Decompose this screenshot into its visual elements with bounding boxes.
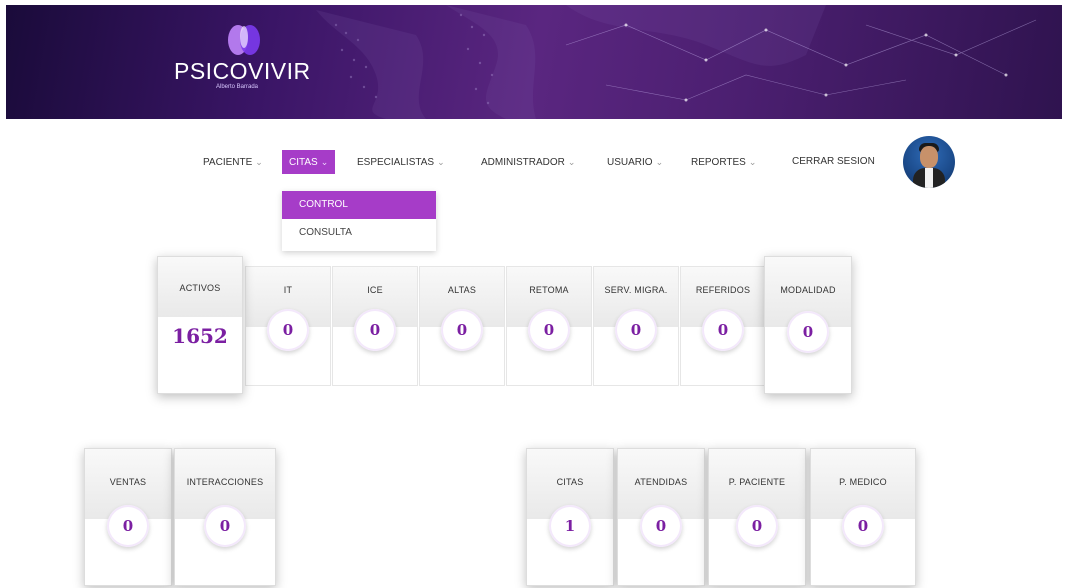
stat-card-serv-migra[interactable]: SERV. MIGRA. 0 — [593, 266, 679, 386]
stat-label: P. PACIENTE — [728, 477, 786, 487]
header-banner: PSICOVIVIR Alberto Barrada — [6, 5, 1062, 119]
stat-value: 1652 — [172, 324, 228, 348]
stat-label: INTERACCIONES — [186, 477, 264, 487]
stat-card-retoma[interactable]: RETOMA 0 — [506, 266, 592, 386]
stat-value: 0 — [615, 309, 657, 351]
stat-value: 0 — [736, 505, 778, 547]
stat-value: 0 — [528, 309, 570, 351]
brand-tagline: Alberto Barrada — [216, 84, 259, 90]
stat-card-ventas[interactable]: VENTAS 0 — [84, 448, 172, 586]
nav-item-label: ESPECIALISTAS — [357, 157, 435, 168]
stat-value: 0 — [204, 505, 246, 547]
nav-item-label: PACIENTE — [203, 157, 253, 168]
stat-value: 0 — [640, 505, 682, 547]
stat-label: ATENDIDAS — [634, 477, 688, 487]
stat-card-modalidad[interactable]: MODALIDAD 0 — [764, 256, 852, 394]
nav-item-reportes[interactable]: REPORTES ⌄ — [691, 150, 756, 174]
stat-card-p-medico[interactable]: P. MEDICO 0 — [810, 448, 916, 586]
dropdown-item-consulta[interactable]: CONSULTA — [282, 219, 436, 247]
stat-label: ALTAS — [447, 285, 477, 295]
logo-icon — [228, 25, 260, 55]
nav-item-label: ADMINISTRADOR — [481, 157, 565, 168]
stat-card-atendidas[interactable]: ATENDIDAS 0 — [617, 448, 705, 586]
world-map-decoration — [316, 5, 1037, 119]
stat-label: VENTAS — [109, 477, 147, 487]
stat-value: 0 — [267, 309, 309, 351]
nav-item-citas[interactable]: CITAS ⌄ — [282, 150, 336, 174]
nav-item-label: REPORTES — [691, 157, 746, 168]
brand-name: PSICOVIVIR — [174, 58, 311, 84]
stat-value: 1 — [549, 505, 591, 547]
stat-value: 0 — [702, 309, 744, 351]
stat-card-citas[interactable]: CITAS 1 — [526, 448, 614, 586]
stat-value: 0 — [107, 505, 149, 547]
stat-label: CITAS — [556, 477, 584, 487]
stat-label: ICE — [367, 285, 383, 295]
stat-card-it[interactable]: IT 0 — [245, 266, 331, 386]
stat-value: 0 — [441, 309, 483, 351]
stat-card-altas[interactable]: ALTAS 0 — [419, 266, 505, 386]
stat-card-p-paciente[interactable]: P. PACIENTE 0 — [708, 448, 806, 586]
stat-label: REFERIDOS — [695, 285, 751, 295]
citas-dropdown-menu: CONTROL CONSULTA — [282, 191, 436, 251]
user-avatar[interactable] — [903, 136, 955, 188]
dropdown-item-control[interactable]: CONTROL — [282, 191, 436, 219]
stat-card-ice[interactable]: ICE 0 — [332, 266, 418, 386]
stat-value: 0 — [354, 309, 396, 351]
stat-card-interacciones[interactable]: INTERACCIONES 0 — [174, 448, 276, 586]
chevron-down-icon: ⌄ — [320, 157, 329, 167]
nav-item-usuario[interactable]: USUARIO ⌄ — [607, 150, 663, 174]
stat-card-activos[interactable]: ACTIVOS 1652 — [157, 256, 243, 394]
chevron-down-icon: ⌄ — [255, 157, 263, 167]
chevron-down-icon: ⌄ — [655, 157, 664, 167]
stat-label: ACTIVOS — [179, 283, 221, 293]
nav-item-administrador[interactable]: ADMINISTRADOR ⌄ — [481, 150, 575, 174]
stat-label: P. MEDICO — [839, 477, 887, 487]
logout-link[interactable]: CERRAR SESION — [792, 150, 875, 174]
stat-label: IT — [283, 285, 293, 295]
nav-item-especialistas[interactable]: ESPECIALISTAS ⌄ — [357, 150, 445, 174]
chevron-down-icon: ⌄ — [567, 157, 576, 167]
nav-item-label: CITAS — [289, 157, 318, 168]
nav-item-paciente[interactable]: PACIENTE ⌄ — [203, 150, 263, 174]
stat-label: SERV. MIGRA. — [604, 285, 668, 295]
stat-value: 0 — [842, 505, 884, 547]
stat-card-referidos[interactable]: REFERIDOS 0 — [680, 266, 766, 386]
chevron-down-icon: ⌄ — [748, 157, 757, 167]
stat-label: RETOMA — [529, 285, 569, 295]
stat-label: MODALIDAD — [780, 285, 836, 295]
nav-item-label: USUARIO — [607, 157, 653, 168]
stat-value: 0 — [787, 311, 829, 353]
chevron-down-icon: ⌄ — [437, 157, 445, 167]
